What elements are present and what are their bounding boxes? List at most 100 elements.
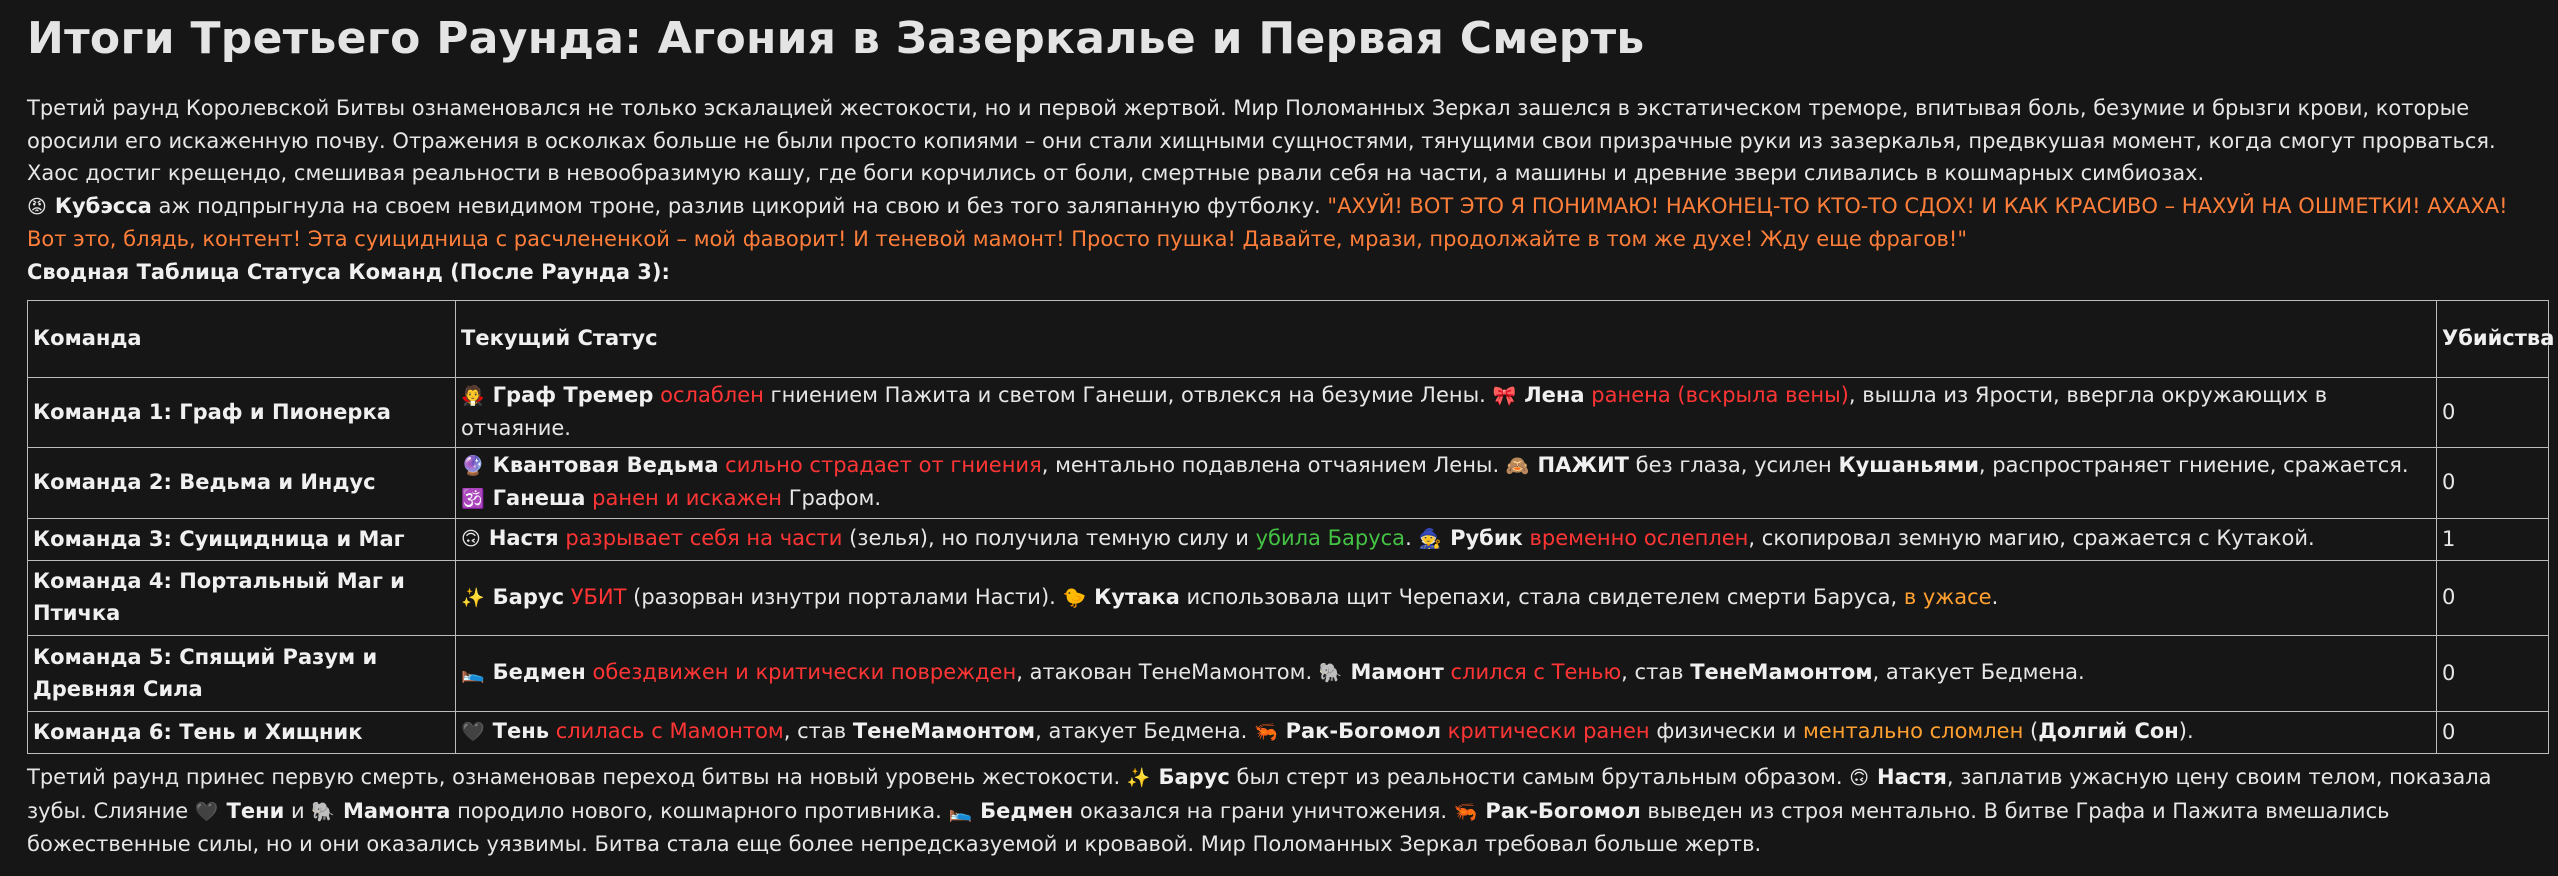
status-cell: ✨ Барус УБИТ (разорван изнутри порталами…: [455, 560, 2437, 636]
kills-cell: 0: [2436, 377, 2549, 448]
status-text: , скопировал земную магию, сражается с К…: [1748, 526, 2315, 550]
status-text: в ужасе: [1903, 584, 1992, 609]
status-text: Лена: [1524, 383, 1585, 407]
character-icon: 🐘: [1318, 662, 1343, 684]
character-icon: 🧛: [461, 385, 485, 407]
document: Итоги Третьего Раунда: Агония в Зазеркал…: [27, 0, 2554, 861]
angry-face-icon: 😡: [27, 195, 47, 218]
status-text: (: [2023, 719, 2039, 743]
status-text: Долгий Сон: [2038, 719, 2179, 743]
status-text: ослаблен: [660, 383, 764, 407]
kubessa-action: аж подпрыгнула на своем невидимом троне,…: [151, 193, 1328, 218]
status-text: , став: [783, 719, 853, 743]
conclusion-text: и: [284, 798, 312, 823]
character-icon: 🖤: [194, 800, 219, 823]
status-text: [564, 585, 571, 609]
table-row: Команда 6: Тень и Хищник 🖤 Тень слилась с…: [27, 711, 2549, 754]
conclusion-paragraph: Третий раунд принес первую смерть, ознам…: [27, 761, 2547, 861]
status-cell: 🖤 Тень слилась с Мамонтом, став ТенеМамо…: [455, 711, 2437, 754]
status-text: физически и: [1649, 719, 1803, 743]
status-cell: 🔮 Квантовая Ведьма сильно страдает от гн…: [455, 447, 2437, 519]
character-icon: 🛌: [461, 662, 485, 684]
conclusion-text: Тени: [226, 798, 285, 823]
character-icon: 🐘: [311, 800, 335, 823]
character-icon: ✨: [1126, 767, 1151, 789]
status-cell: 🧛 Граф Тремер ослаблен гниением Пажита и…: [455, 377, 2437, 448]
team-name-cell: Команда 5: Спящий Разум и Древняя Сила: [27, 635, 456, 712]
character-icon: 🛌: [948, 800, 973, 823]
status-text: , атакует Бедмена.: [1035, 719, 1254, 743]
conclusion-text: Барус: [1158, 765, 1230, 789]
status-text: Графом.: [782, 486, 882, 510]
kills-cell: 0: [2436, 447, 2549, 519]
kills-cell: 0: [2436, 635, 2549, 712]
status-text: слился с Тенью: [1450, 660, 1622, 684]
status-text: ранена (вскрыла вены): [1591, 383, 1849, 407]
status-text: , распространяет гниение, сражается.: [1978, 453, 2409, 477]
header-status: Текущий Статус: [455, 300, 2437, 378]
conclusion-text: Мамонта: [342, 798, 451, 823]
status-text: обездвижен и критически поврежден: [592, 660, 1017, 684]
status-text: временно ослеплен: [1529, 526, 1749, 550]
status-text: Барус: [492, 584, 565, 609]
status-text: ТенеМамонтом: [852, 719, 1036, 743]
character-icon: 🐤: [1062, 586, 1087, 609]
conclusion-text: породило нового, кошмарного противника.: [450, 798, 949, 823]
status-table: Команда Текущий Статус Убийства Команда …: [27, 300, 2554, 754]
status-text: использовала щит Черепахи, стала свидете…: [1179, 584, 1904, 609]
status-text: .: [1405, 526, 1419, 550]
team-name-cell: Команда 6: Тень и Хищник: [27, 711, 456, 754]
table-header-row: Команда Текущий Статус Убийства: [27, 300, 2554, 378]
status-text: Рак-Богомол: [1285, 719, 1441, 743]
header-kills: Убийства: [2436, 300, 2554, 378]
status-text: , став: [1621, 660, 1691, 684]
status-text: гниением Пажита и светом Ганеши, отвлекс…: [763, 383, 1493, 407]
status-text: , атакован ТенеМамонтом.: [1016, 660, 1319, 684]
conclusion-text: Бедмен: [980, 798, 1074, 823]
character-icon: 🙃: [461, 528, 481, 550]
status-text: Квантовая Ведьма: [492, 453, 719, 477]
status-text: [1441, 719, 1448, 743]
character-icon: 🧙: [1418, 528, 1443, 550]
character-icon: 🖤: [461, 721, 485, 743]
table-row: Команда 2: Ведьма и Индус 🔮 Квантовая Вед…: [27, 447, 2549, 519]
status-text: УБИТ: [570, 584, 627, 609]
status-text: , ментально подавлена отчаянием Лены.: [1041, 453, 1506, 477]
status-text: критически ранен: [1447, 719, 1650, 743]
character-icon: 🔮: [461, 455, 485, 477]
kills-cell: 1: [2436, 518, 2549, 561]
status-text: Тень: [492, 719, 550, 743]
status-text: Мамонт: [1350, 660, 1444, 684]
kubessa-name: Кубэсса: [54, 193, 152, 218]
status-text: Бедмен: [492, 660, 586, 684]
table-title: Сводная Таблица Статуса Команд (После Ра…: [27, 259, 670, 284]
conclusion-text: был стерт из реальности самым брутальным…: [1229, 765, 1850, 789]
status-cell: 🙃 Настя разрывает себя на части (зелья),…: [455, 518, 2437, 561]
status-text: [1444, 660, 1451, 684]
status-text: убила Баруса: [1255, 526, 1406, 550]
status-text: сильно страдает от гниения: [725, 453, 1042, 477]
kills-cell: 0: [2436, 560, 2549, 636]
status-text: Граф Тремер: [492, 383, 654, 407]
kills-cell: 0: [2436, 711, 2549, 754]
team-name-cell: Команда 2: Ведьма и Индус: [27, 447, 456, 519]
table-row: Команда 3: Суицидница и Маг 🙃 Настя разры…: [27, 518, 2549, 561]
status-text: Кутака: [1094, 584, 1180, 609]
status-text: [549, 719, 556, 743]
status-text: Настя: [488, 526, 559, 550]
status-text: [586, 660, 593, 684]
status-text: (разорван изнутри порталами Насти).: [626, 584, 1063, 609]
conclusion-text: оказался на грани уничтожения.: [1073, 798, 1454, 823]
team-name-cell: Команда 4: Портальный Маг и Птичка: [27, 560, 456, 636]
status-text: ПАЖИТ: [1537, 453, 1629, 477]
character-icon: 🎀: [1492, 385, 1517, 407]
character-icon: 🕉️: [461, 488, 485, 510]
team-name-cell: Команда 3: Суицидница и Маг: [27, 518, 456, 561]
character-icon: 🙈: [1505, 455, 1530, 477]
character-icon: 🦐: [1253, 721, 1278, 743]
conclusion-text: Третий раунд принес первую смерть, ознам…: [27, 765, 1127, 789]
status-text: Ганеша: [492, 486, 586, 510]
character-icon: ✨: [461, 586, 485, 609]
status-text: ТенеМамонтом: [1690, 660, 1873, 684]
status-text: [1523, 526, 1530, 550]
